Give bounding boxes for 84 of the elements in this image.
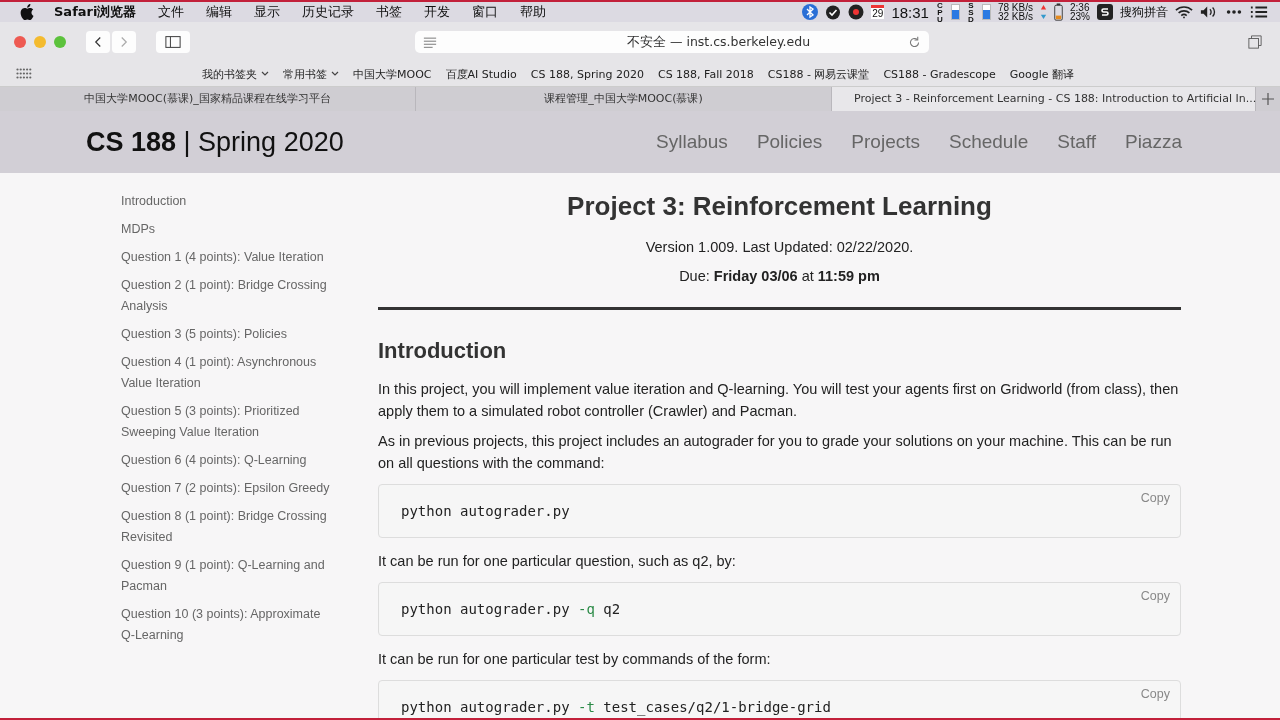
tab-overview-icon[interactable] [1248, 35, 1262, 49]
browser-tab[interactable]: Project 3 - Reinforcement Learning - CS 188: Introduction to Artificial In... [832, 87, 1256, 111]
caret-icon [261, 71, 269, 77]
record-icon[interactable] [848, 4, 865, 20]
input-method-icon[interactable] [1097, 4, 1113, 20]
upload-speed: 78 KB/s [997, 3, 1033, 12]
volume-icon[interactable] [1200, 5, 1218, 19]
sidebar-link[interactable]: Question 5 (3 points): Prioritized Sweeping Value Iteration [121, 401, 333, 443]
nav-link[interactable]: Piazza [1124, 131, 1182, 153]
version-text: Version 1.009. Last Updated: 02/22/2020. [644, 238, 915, 257]
menu-item[interactable]: 文件 [158, 3, 185, 21]
page-title: Project 3: Reinforcement Learning [566, 191, 993, 222]
bookmark-link[interactable]: 中国大学MOOC [353, 66, 432, 82]
bookmark-link[interactable]: CS188 - 网易云课堂 [767, 66, 870, 82]
ssd-label: SSD [967, 1, 975, 23]
code-line: python autograder.py [401, 503, 570, 519]
bookmark-link[interactable]: CS 188, Spring 2020 [530, 66, 644, 82]
code-line: python autograder.py -q q2 [401, 601, 621, 617]
sidebar-link[interactable]: MDPs [121, 219, 333, 240]
apple-logo-icon[interactable] [20, 4, 34, 20]
sidebar-icon [165, 36, 181, 48]
menu-item[interactable]: 编辑 [206, 3, 233, 21]
bookmark-link[interactable]: CS 188, Fall 2018 [657, 66, 754, 82]
battery-icon[interactable] [1054, 3, 1063, 21]
battery-percent: 23% [1070, 12, 1090, 21]
menu-item[interactable]: 书签 [376, 3, 403, 21]
checkmark-icon[interactable] [825, 4, 842, 20]
site-title[interactable]: CS 188 | Spring 2020 [86, 126, 344, 158]
close-window-button[interactable] [14, 36, 26, 48]
battery-time: 2:36 [1070, 3, 1090, 12]
paragraph: It can be run for one particular test by commands of the form: [378, 650, 772, 669]
cpu-meter [950, 4, 960, 20]
nav-link[interactable]: Policies [756, 131, 823, 153]
bookmark-link[interactable]: 百度AI Studio [445, 66, 517, 82]
wifi-icon[interactable] [1175, 5, 1193, 19]
bookmark-link[interactable]: 我的书签夹 [202, 66, 269, 82]
plus-icon [1262, 93, 1274, 105]
nav-link[interactable]: Syllabus [656, 131, 728, 153]
input-method-label[interactable]: 搜狗拼音 [1120, 3, 1168, 21]
sidebar-link[interactable]: Question 6 (4 points): Q-Learning [121, 450, 333, 471]
paragraph: It can be run for one particular question, such as q2, by: [378, 552, 737, 571]
paragraph: In this project, you will implement value iteration and Q-learning. You will test your agents first on Gridworld (from class), then apply them to a simulated robot controller (Crawler) and Pacman. [378, 380, 1180, 421]
sidebar-link[interactable]: Question 3 (5 points): Policies [121, 324, 333, 345]
menu-item[interactable]: 开发 [424, 3, 451, 21]
cpu-label: CPU [936, 1, 944, 23]
ssd-meter [981, 4, 991, 20]
sidebar-link[interactable]: Question 2 (1 point): Bridge Crossing Analysis [121, 275, 333, 317]
back-icon [94, 36, 102, 48]
code-line: python autograder.py -t test_cases/q2/1-bridge-grid [401, 699, 831, 715]
grid-icon[interactable] [16, 68, 32, 80]
list-icon[interactable] [1250, 5, 1268, 19]
sidebar-link[interactable]: Question 7 (2 points): Epsilon Greedy [121, 478, 333, 499]
menu-item[interactable]: 显示 [254, 3, 281, 21]
sidebar-link[interactable]: Question 10 (3 points): Approximate Q-Learning [121, 604, 333, 646]
sidebar-button[interactable] [156, 31, 190, 53]
menu-item[interactable]: 历史记录 [302, 3, 355, 21]
menu-item[interactable]: Safari浏览器 [54, 3, 137, 21]
bookmark-link[interactable]: 常用书签 [283, 66, 339, 82]
paragraph: As in previous projects, this project includes an autograder for you to grade your solutions on your machine. This can be run on all questions with the command: [378, 432, 1173, 473]
up-down-arrows-icon [1040, 4, 1047, 20]
reload-icon[interactable] [908, 35, 921, 49]
section-heading: Introduction [378, 338, 508, 364]
download-speed: 32 KB/s [997, 12, 1033, 21]
sidebar-link[interactable]: Introduction [121, 191, 333, 212]
nav-link[interactable]: Projects [851, 131, 920, 153]
due-date-text: Due: Friday 03/06 at 11:59 pm [678, 267, 881, 286]
sidebar-link[interactable]: Question 9 (1 point): Q-Learning and Pacman [121, 555, 333, 597]
reader-icon[interactable] [423, 36, 437, 48]
forward-icon [120, 36, 128, 48]
menu-item[interactable]: 窗口 [472, 3, 499, 21]
bookmark-link[interactable]: CS188 - Gradescope [883, 66, 996, 82]
sidebar-link[interactable]: Question 8 (1 point): Bridge Crossing Revisited [121, 506, 333, 548]
caret-icon [331, 71, 339, 77]
sidebar-link[interactable]: Question 1 (4 points): Value Iteration [121, 247, 333, 268]
menu-item[interactable]: 帮助 [520, 3, 547, 21]
bluetooth-icon[interactable] [802, 4, 819, 20]
nav-link[interactable]: Schedule [949, 131, 1029, 153]
calendar-icon[interactable]: 29 [871, 5, 885, 19]
nav-link[interactable]: Staff [1057, 131, 1096, 153]
address-field[interactable]: 不安全 — inst.cs.berkeley.edu [415, 31, 929, 53]
clock-time[interactable]: 18:31 [891, 3, 929, 21]
sidebar-link[interactable]: Question 4 (1 point): Asynchronous Value Iteration [121, 352, 333, 394]
back-button[interactable] [86, 31, 110, 53]
bookmark-link[interactable]: Google 翻译 [1009, 66, 1075, 82]
